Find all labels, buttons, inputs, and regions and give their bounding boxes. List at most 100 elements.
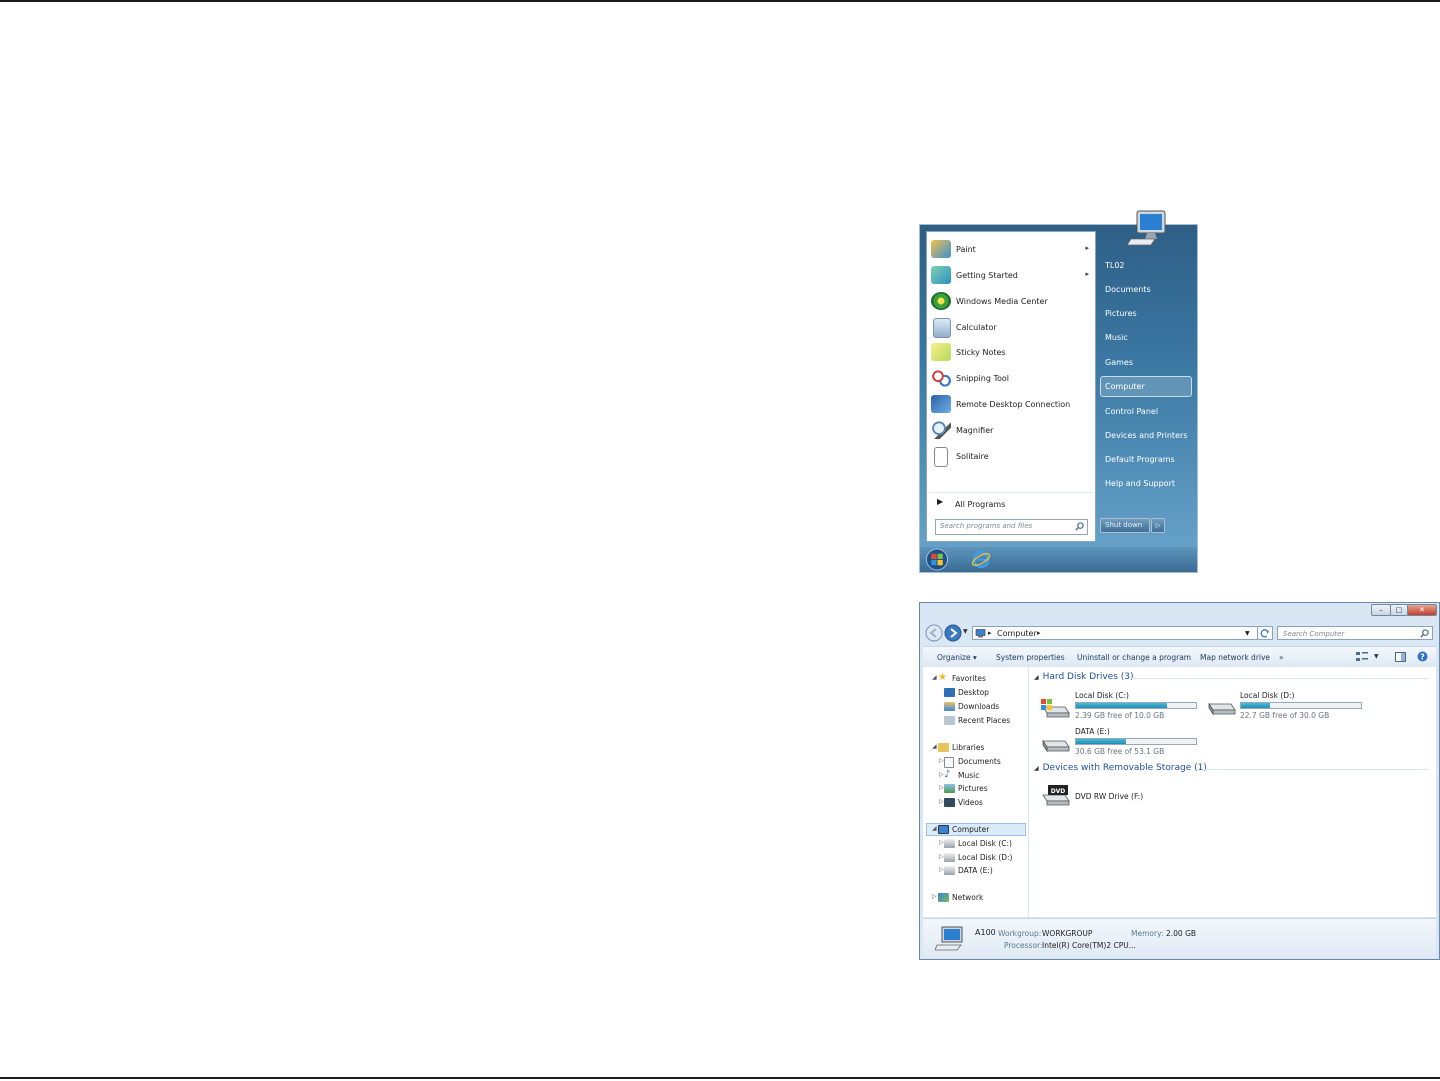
processor-value: Intel(R) Core(TM)2 CPU... (1042, 941, 1136, 950)
change-view-icon[interactable] (1356, 652, 1368, 662)
collapse-icon[interactable]: ▷ (939, 866, 944, 873)
collapse-icon[interactable]: ▷ (939, 784, 944, 791)
program-snipping-tool[interactable]: Snipping Tool (929, 366, 1095, 390)
uninstall-program-button[interactable]: Uninstall or change a program (1077, 653, 1191, 662)
address-bar[interactable]: ▸ Computer ▸ ▼ (972, 626, 1265, 640)
collapse-icon[interactable]: ▷ (932, 893, 937, 900)
right-link-computer[interactable]: Computer (1105, 382, 1145, 391)
address-dropdown-icon[interactable]: ▼ (1245, 630, 1250, 637)
nav-label: Videos (958, 798, 983, 807)
right-link-default-programs[interactable]: Default Programs (1105, 455, 1175, 464)
right-link-user[interactable]: TL02 (1105, 261, 1125, 270)
shutdown-button[interactable]: Shut down (1100, 518, 1150, 533)
search-icon[interactable] (1075, 522, 1084, 531)
system-properties-button[interactable]: System properties (996, 653, 1065, 662)
map-network-drive-button[interactable]: Map network drive (1200, 653, 1270, 662)
collapse-icon[interactable]: ▷ (939, 771, 944, 778)
start-orb-icon[interactable] (925, 548, 949, 571)
program-label: Snipping Tool (956, 374, 1009, 383)
program-paint[interactable]: Paint ▸ (929, 237, 1095, 261)
nav-libraries[interactable]: ◢ Libraries (932, 743, 984, 752)
more-commands-button[interactable]: » (1279, 653, 1284, 662)
right-link-documents[interactable]: Documents (1105, 285, 1151, 294)
program-magnifier[interactable]: Magnifier (929, 418, 1095, 442)
group-collapse-icon[interactable]: ◢ (1034, 674, 1039, 681)
recent-places-icon (944, 716, 955, 725)
start-menu: Paint ▸ Getting Started ▸ Windows Media … (919, 210, 1198, 573)
program-solitaire[interactable]: Solitaire (929, 444, 1095, 468)
expand-icon[interactable]: ◢ (932, 743, 937, 750)
nav-item-local-disk-c[interactable]: ▷ Local Disk (C:) (939, 839, 1012, 848)
nav-item-music[interactable]: ▷ ♪ Music (939, 769, 979, 780)
group-collapse-icon[interactable]: ◢ (1034, 765, 1039, 772)
drive-icon (944, 866, 955, 875)
recent-pages-chevron-icon[interactable]: ▼ (963, 628, 968, 635)
breadcrumb-separator-icon[interactable]: ▸ (1037, 629, 1041, 637)
nav-item-recent-places[interactable]: Recent Places (944, 716, 1010, 725)
nav-label: DATA (E:) (958, 866, 993, 875)
nav-favorites[interactable]: ◢ ★ Favorites (932, 672, 986, 683)
expand-icon[interactable]: ◢ (932, 825, 937, 832)
program-sticky-notes[interactable]: Sticky Notes (929, 340, 1095, 364)
paint-icon (931, 240, 951, 258)
group-removable-storage[interactable]: ◢ Devices with Removable Storage (1) (1034, 763, 1207, 773)
maximize-button[interactable]: □ (1390, 604, 1408, 616)
forward-icon[interactable] (944, 624, 962, 642)
drive-name: Local Disk (C:) (1075, 691, 1129, 700)
collapse-icon[interactable]: ▷ (939, 853, 944, 860)
nav-item-videos[interactable]: ▷ Videos (939, 798, 983, 807)
start-search-input[interactable]: Search programs and files (935, 519, 1088, 535)
right-link-pictures[interactable]: Pictures (1105, 309, 1137, 318)
nav-item-downloads[interactable]: Downloads (944, 702, 999, 711)
internet-explorer-icon[interactable] (970, 549, 992, 570)
help-icon[interactable]: ? (1417, 651, 1428, 662)
program-calculator[interactable]: Calculator (929, 315, 1095, 339)
preview-pane-icon[interactable] (1395, 652, 1406, 662)
minimize-button[interactable]: – (1371, 604, 1391, 616)
hard-drive-icon (1208, 702, 1236, 716)
music-icon: ♪ (944, 769, 951, 780)
submenu-arrow-icon[interactable]: ▸ (1085, 270, 1089, 278)
right-link-games[interactable]: Games (1105, 358, 1133, 367)
right-link-music[interactable]: Music (1105, 333, 1128, 342)
search-icon[interactable] (1420, 629, 1429, 638)
program-getting-started[interactable]: Getting Started ▸ (929, 263, 1095, 287)
collapse-icon[interactable]: ▷ (939, 757, 944, 764)
explorer-search-input[interactable]: Search Computer (1277, 626, 1433, 640)
nav-computer[interactable]: ◢ Computer (932, 825, 989, 834)
nav-item-desktop[interactable]: Desktop (944, 688, 989, 697)
breadcrumb-separator-icon[interactable]: ▸ (988, 629, 992, 637)
network-icon (938, 893, 949, 902)
computer-icon (975, 629, 986, 638)
breadcrumb-computer[interactable]: Computer (997, 629, 1037, 638)
right-link-control-panel[interactable]: Control Panel (1105, 407, 1158, 416)
program-label: Paint (956, 245, 976, 254)
processor-label: Processor: (1004, 941, 1043, 950)
nav-item-pictures[interactable]: ▷ Pictures (939, 784, 988, 793)
organize-button[interactable]: Organize ▾ (937, 653, 977, 662)
close-button[interactable]: ✕ (1407, 604, 1437, 616)
expand-icon[interactable]: ◢ (932, 674, 937, 681)
nav-item-data-e[interactable]: ▷ DATA (E:) (939, 866, 993, 875)
collapse-icon[interactable]: ▷ (939, 798, 944, 805)
program-windows-media-center[interactable]: Windows Media Center (929, 289, 1095, 313)
refresh-button[interactable] (1257, 626, 1273, 640)
view-options-chevron-icon[interactable]: ▼ (1374, 653, 1379, 660)
program-remote-desktop[interactable]: Remote Desktop Connection (929, 392, 1095, 416)
all-programs-button[interactable]: ▶ All Programs (929, 492, 1093, 513)
right-link-devices-printers[interactable]: Devices and Printers (1105, 431, 1187, 440)
documents-icon (944, 757, 954, 768)
right-link-help-support[interactable]: Help and Support (1105, 479, 1175, 488)
shutdown-options-button[interactable]: ▷ (1151, 518, 1165, 533)
program-label: Remote Desktop Connection (956, 400, 1071, 409)
back-icon[interactable] (925, 624, 943, 642)
collapse-icon[interactable]: ▷ (939, 839, 944, 846)
nav-network[interactable]: ▷ Network (932, 893, 983, 902)
group-hard-disk-drives[interactable]: ◢ Hard Disk Drives (3) (1034, 672, 1134, 682)
nav-item-local-disk-d[interactable]: ▷ Local Disk (D:) (939, 853, 1012, 862)
pictures-icon (944, 784, 955, 793)
workgroup-label: Workgroup: (998, 929, 1042, 938)
nav-label: Local Disk (C:) (958, 839, 1012, 848)
submenu-arrow-icon[interactable]: ▸ (1085, 244, 1089, 252)
nav-item-documents[interactable]: ▷ Documents (939, 757, 1001, 768)
